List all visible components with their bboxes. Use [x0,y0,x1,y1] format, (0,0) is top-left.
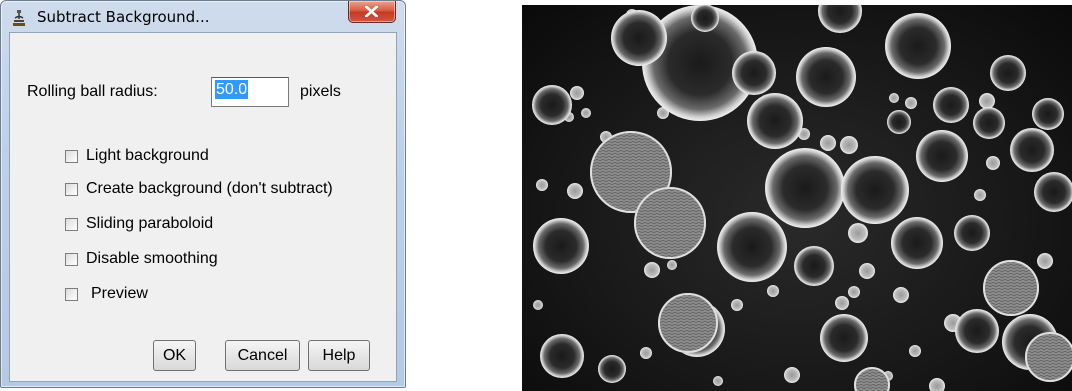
sphere-particle [1010,128,1054,172]
sphere-particle [640,347,652,359]
sphere-particle [841,156,909,224]
sphere-particle [691,5,719,32]
title-bar[interactable]: Subtract Background... [1,1,405,31]
sphere-particle [747,93,803,149]
checkbox-label: Light background [86,147,209,164]
microscopy-image [522,5,1072,391]
checkbox-label: Sliding paraboloid [86,215,214,232]
sphere-particle [533,300,543,310]
sphere-particle [784,367,800,383]
sphere-particle [885,13,951,79]
checkbox-label: Disable smoothing [86,250,218,267]
light-background-checkbox[interactable]: Light background [65,147,265,167]
sphere-particle [533,218,589,274]
sphere-particle [954,215,990,251]
sphere-particle [990,55,1026,91]
sphere-particle [933,87,969,123]
disable-smoothing-checkbox[interactable]: Disable smoothing [65,250,265,270]
help-button[interactable]: Help [308,340,370,371]
sphere-particle [986,156,1000,170]
sphere-particle [611,10,667,66]
sphere-particle [731,299,743,311]
radius-value: 50.0 [215,80,249,99]
checkbox-box[interactable] [65,288,78,301]
close-icon [365,6,378,17]
create-background-checkbox[interactable]: Create background (don't subtract) [65,180,385,200]
sphere-particle [905,97,917,109]
sphere-particle [854,367,890,391]
sphere-particle [765,148,845,228]
sphere-particle [859,263,875,279]
sphere-particle [955,309,999,353]
checkbox-box[interactable] [65,253,78,266]
sphere-particle [1032,98,1064,130]
window-title: Subtract Background... [37,8,210,26]
sphere-particle [713,376,723,386]
sphere-particle [767,285,779,297]
sphere-particle [667,260,677,270]
sphere-particle [581,108,591,118]
sphere-particle [889,93,899,103]
sphere-particle [979,93,995,109]
checkbox-box[interactable] [65,183,78,196]
sphere-particle [540,334,584,378]
sphere-particle [891,217,943,269]
sphere-particle [974,189,986,201]
sphere-particle [532,85,572,125]
sliding-paraboloid-checkbox[interactable]: Sliding paraboloid [65,215,265,235]
sphere-particle [536,179,548,191]
sphere-particle [929,378,945,391]
sem-spheres-image [532,5,1072,391]
dialog-body: Rolling ball radius: 50.0 pixels Light b… [9,32,397,382]
sphere-particle [598,355,626,383]
sphere-particle [794,246,834,286]
sphere-particle [796,47,856,107]
sphere-particle [840,136,858,154]
sphere-particle [820,314,868,362]
sphere-particle [1034,172,1072,212]
radius-input[interactable]: 50.0 [211,77,289,107]
sphere-particle [644,262,660,278]
sphere-particle [848,286,860,298]
sphere-particle [909,345,921,357]
radius-unit: pixels [300,83,341,100]
checkbox-box[interactable] [65,150,78,163]
checkbox-label: Create background (don't subtract) [86,180,333,197]
sphere-particle [887,110,911,134]
sphere-particle [820,135,836,151]
sphere-particle [818,5,862,33]
sphere-particle [1037,253,1053,269]
sphere-particle [916,130,968,182]
sphere-particle [717,212,787,282]
microscope-icon [13,10,25,26]
sphere-particle [893,287,909,303]
sphere-particle [570,86,584,100]
sphere-particle [835,296,849,310]
sphere-particle [973,107,1005,139]
close-button[interactable] [348,1,396,23]
preview-checkbox[interactable]: Preview [65,285,185,305]
ok-button[interactable]: OK [153,340,196,371]
cancel-button[interactable]: Cancel [225,340,300,371]
sphere-particle [567,183,583,199]
sphere-particle [848,223,868,243]
radius-label: Rolling ball radius: [27,83,158,100]
sphere-particle [732,51,776,95]
checkbox-label: Preview [91,285,148,302]
checkbox-box[interactable] [65,218,78,231]
subtract-background-dialog: Subtract Background... Rolling ball radi… [0,0,406,388]
